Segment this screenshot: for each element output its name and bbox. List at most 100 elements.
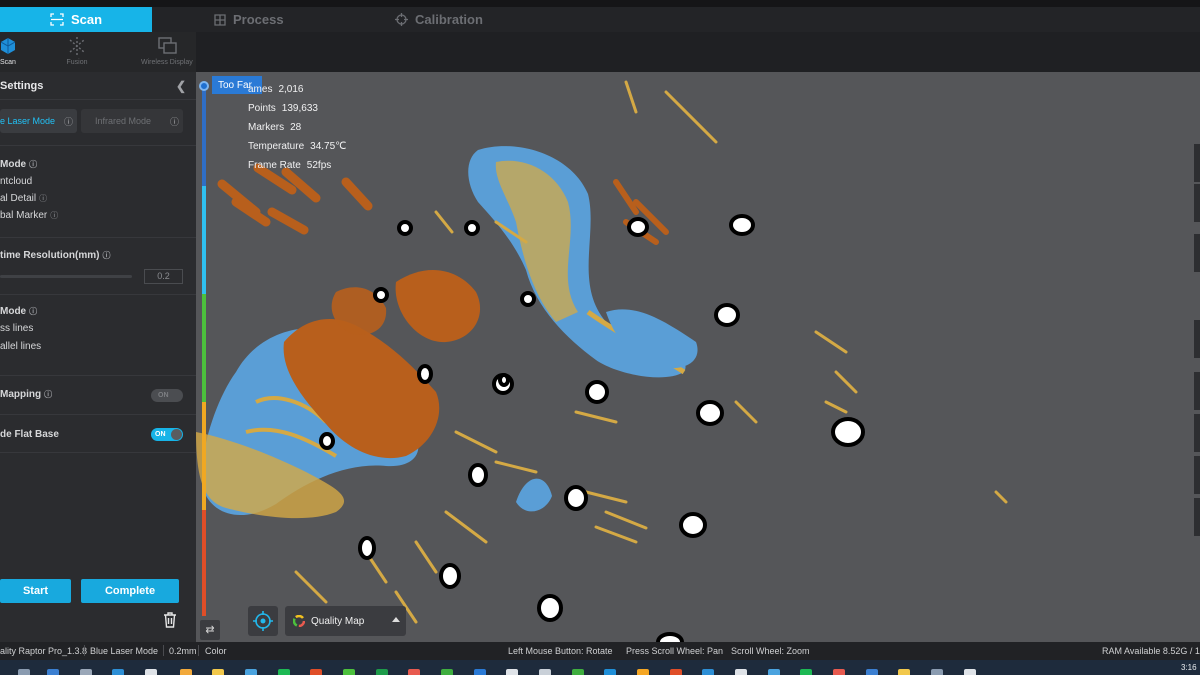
3d-viewport[interactable]: Too Far ames 2,016 Points 139,633 Markers 2…: [196, 72, 1200, 642]
taskbar-app-icon[interactable]: [278, 669, 290, 675]
right-panel-tab[interactable]: [1194, 320, 1200, 358]
swap-icon[interactable]: ⇄: [200, 620, 220, 640]
locate-button[interactable]: [248, 606, 278, 636]
taskbar-app-icon[interactable]: [212, 669, 224, 675]
settings-panel: Settings ❮ e Laser Mode ⓘ Infrared Mode …: [0, 72, 196, 642]
info-icon[interactable]: ⓘ: [102, 251, 110, 260]
taskbar-app-icon[interactable]: [702, 669, 714, 675]
mapping-toggle-label: ON: [158, 392, 169, 399]
info-icon[interactable]: ⓘ: [39, 194, 47, 203]
taskbar-app-icon[interactable]: [18, 669, 30, 675]
scan-mode-option-marker-label: bal Marker: [0, 210, 48, 221]
start-button[interactable]: Start: [0, 579, 71, 603]
divider: [0, 237, 196, 238]
settings-header: Settings ❮: [0, 76, 196, 96]
scan-mode-option-detail[interactable]: al Detail ⓘ: [0, 193, 47, 204]
taskbar-app-icon[interactable]: [898, 669, 910, 675]
line-mode-option-parallel[interactable]: allel lines: [0, 341, 41, 352]
taskbar-app-icon[interactable]: [931, 669, 943, 675]
toggle-knob: [171, 429, 182, 440]
taskbar-app-icon[interactable]: [833, 669, 845, 675]
info-icon[interactable]: ⓘ: [29, 307, 37, 316]
collapse-chevron-icon[interactable]: ❮: [176, 79, 186, 93]
right-panel-tab[interactable]: [1194, 144, 1200, 182]
taskbar-app-icon[interactable]: [474, 669, 486, 675]
status-texture: Color: [205, 646, 227, 656]
tool-scan[interactable]: Scan: [0, 36, 16, 66]
status-device: ality Raptor Pro_1.3.8: [0, 646, 88, 656]
status-resolution: 0.2mm: [169, 646, 197, 656]
divider: [163, 645, 164, 656]
mapping-toggle[interactable]: ON: [151, 389, 183, 402]
taskbar-app-icon[interactable]: [735, 669, 747, 675]
taskbar-app-icon[interactable]: [800, 669, 812, 675]
taskbar-app-icon[interactable]: [180, 669, 192, 675]
scan-mode-option-marker[interactable]: bal Marker ⓘ: [0, 210, 58, 221]
taskbar-app-icon[interactable]: [112, 669, 124, 675]
stat-frame-rate: Frame Rate 52fps: [248, 156, 346, 175]
info-icon[interactable]: ⓘ: [44, 390, 52, 399]
taskbar-app-icon[interactable]: [506, 669, 518, 675]
stat-temperature: Temperature 34.75℃: [248, 137, 346, 156]
crosshair-icon: [253, 611, 273, 631]
resolution-input[interactable]: 0.2: [144, 269, 183, 284]
right-panel-tab[interactable]: [1194, 372, 1200, 410]
right-panel-tab[interactable]: [1194, 184, 1200, 222]
info-icon[interactable]: ⓘ: [50, 211, 58, 220]
scan-blob-blue: [516, 478, 552, 512]
line-mode-option-cross[interactable]: ss lines: [0, 323, 33, 334]
resolution-slider[interactable]: [0, 275, 132, 278]
info-icon[interactable]: ⓘ: [64, 115, 73, 128]
infrared-mode-label: Infrared Mode: [95, 116, 152, 126]
quality-map-dropdown[interactable]: Quality Map: [285, 606, 406, 636]
tab-process[interactable]: Process: [214, 7, 284, 32]
flat-base-toggle[interactable]: ON: [151, 428, 183, 441]
toolbar-background: [196, 32, 1200, 72]
taskbar-app-icon[interactable]: [441, 669, 453, 675]
taskbar-app-icon[interactable]: [310, 669, 322, 675]
taskbar-app-icon[interactable]: [245, 669, 257, 675]
info-icon[interactable]: ⓘ: [170, 115, 179, 128]
trash-icon[interactable]: [160, 610, 180, 630]
complete-button[interactable]: Complete: [81, 579, 179, 603]
taskbar-app-icon[interactable]: [539, 669, 551, 675]
stat-markers-value: 28: [290, 122, 302, 133]
status-mode: Blue Laser Mode: [90, 646, 159, 656]
taskbar-app-icon[interactable]: [80, 669, 92, 675]
taskbar-app-icon[interactable]: [47, 669, 59, 675]
target-icon: [395, 13, 408, 26]
distance-indicator-dot: [199, 81, 209, 91]
taskbar-app-icon[interactable]: [866, 669, 878, 675]
infrared-mode-button[interactable]: Infrared Mode ⓘ: [81, 109, 183, 133]
taskbar-app-icon[interactable]: [572, 669, 584, 675]
right-panel-tab[interactable]: [1194, 498, 1200, 536]
taskbar-app-icon[interactable]: [604, 669, 616, 675]
taskbar-app-icon[interactable]: [637, 669, 649, 675]
right-panel-tab[interactable]: [1194, 456, 1200, 494]
stat-frame-rate-label: Frame Rate: [248, 160, 301, 171]
scan-blob-orange: [395, 269, 481, 343]
right-panel-tab[interactable]: [1194, 414, 1200, 452]
taskbar-app-icon[interactable]: [670, 669, 682, 675]
info-icon[interactable]: ⓘ: [29, 160, 37, 169]
stat-temperature-label: Temperature: [248, 141, 305, 152]
blue-laser-mode-button[interactable]: e Laser Mode ⓘ: [0, 109, 77, 133]
flat-base-toggle-label: ON: [155, 431, 166, 438]
taskbar-app-icon[interactable]: [343, 669, 355, 675]
taskbar-clock[interactable]: 3:16: [1181, 663, 1197, 672]
taskbar-app-icon[interactable]: [768, 669, 780, 675]
tab-calibration[interactable]: Calibration: [395, 7, 483, 32]
divider: [0, 294, 196, 295]
taskbar-app-icon[interactable]: [376, 669, 388, 675]
right-panel-tab[interactable]: [1194, 234, 1200, 272]
scan-mode-option-pointcloud[interactable]: ntcloud: [0, 176, 32, 187]
taskbar-app-icon[interactable]: [145, 669, 157, 675]
taskbar-app-icon[interactable]: [964, 669, 976, 675]
tool-fusion[interactable]: Fusion: [66, 36, 88, 66]
stat-points-label: Points: [248, 103, 276, 114]
line-mode-heading: Mode ⓘ: [0, 306, 37, 317]
divider: [0, 145, 196, 146]
tool-wireless-display[interactable]: Wireless Display: [141, 36, 193, 66]
taskbar-app-icon[interactable]: [408, 669, 420, 675]
tab-scan[interactable]: Scan: [0, 7, 152, 32]
